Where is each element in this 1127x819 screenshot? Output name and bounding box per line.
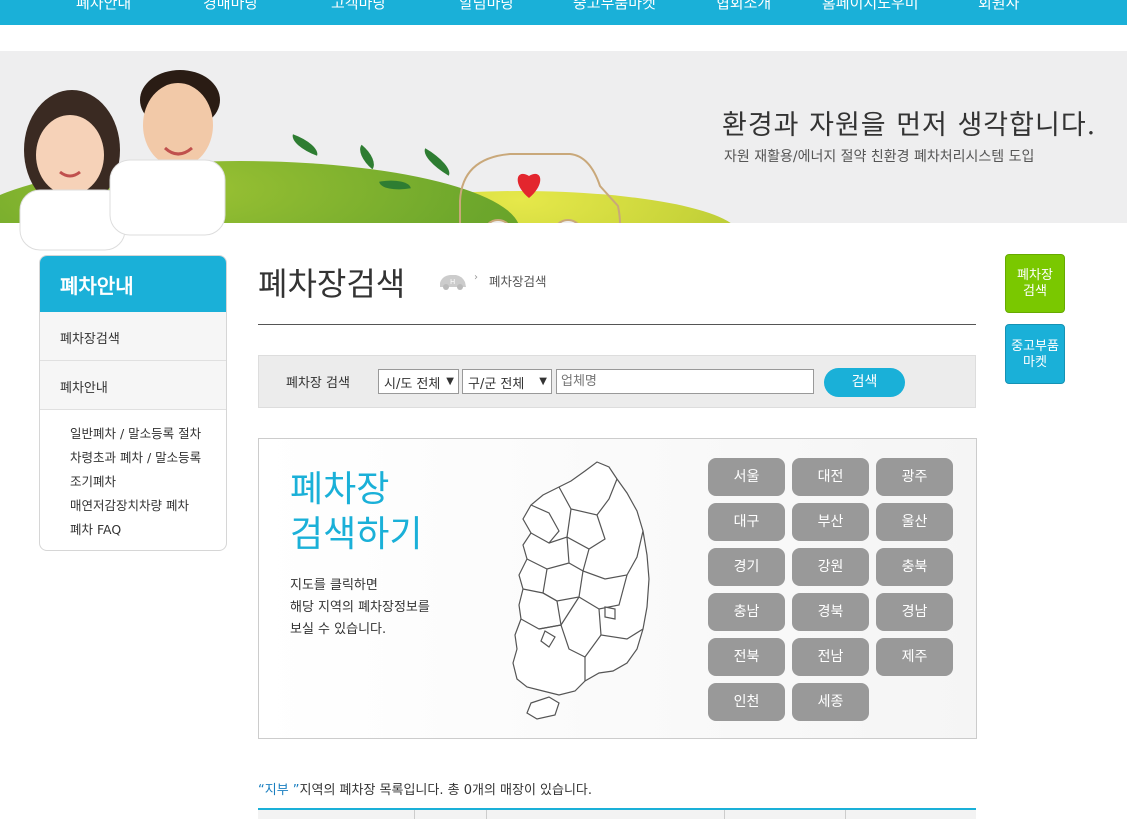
nav-item-customer[interactable]: 고객마당 — [331, 0, 386, 13]
result-table-header — [258, 808, 976, 819]
gugun-select[interactable]: 구/군 전체 ▼ — [462, 369, 552, 394]
region-button-busan[interactable]: 부산 — [792, 503, 869, 541]
search-label: 폐차장 검색 — [286, 376, 350, 391]
breadcrumb-current: 폐차장검색 — [489, 274, 547, 289]
quick-btn2-line1: 중고부품 — [1011, 339, 1059, 354]
table-column-divider — [486, 810, 487, 819]
table-column-divider — [724, 810, 725, 819]
region-button-gyeongbuk[interactable]: 경북 — [792, 593, 869, 631]
map-desc-line2: 해당 지역의 폐차장정보를 — [290, 600, 430, 615]
korea-outline — [512, 461, 650, 696]
nav-item-about[interactable]: 협회소개 — [716, 0, 771, 13]
car-sketch-icon — [459, 153, 621, 223]
sido-select-value: 시/도 전체 — [384, 377, 441, 392]
map-panel-title-line1: 폐차장 — [290, 469, 390, 510]
region-button-chungnam[interactable]: 충남 — [708, 593, 785, 631]
region-button-gwangju[interactable]: 광주 — [876, 458, 953, 496]
table-column-divider — [414, 810, 415, 819]
region-button-incheon[interactable]: 인천 — [708, 683, 785, 721]
map-panel-title-line2: 검색하기 — [290, 514, 423, 555]
list-region: “지부 ” — [258, 783, 300, 798]
sidebar-subitem-general[interactable]: 일반폐차 / 말소등록 절차 — [70, 422, 226, 446]
quick-scrapyard-search-button[interactable]: 폐차장 검색 — [1005, 254, 1065, 313]
company-name-input[interactable] — [556, 369, 814, 394]
region-button-gyeongnam[interactable]: 경남 — [876, 593, 953, 631]
sidebar-subitem-early[interactable]: 조기폐차 — [70, 470, 226, 494]
sidebar-subitem-faq[interactable]: 폐차 FAQ — [70, 518, 226, 542]
quick-btn2-line2: 마켓 — [1023, 355, 1047, 370]
region-button-sejong[interactable]: 세종 — [792, 683, 869, 721]
region-button-gyeonggi[interactable]: 경기 — [708, 548, 785, 586]
sidebar-subitem-dpf[interactable]: 매연저감장치차량 폐차 — [70, 494, 226, 518]
map-desc-line1: 지도를 클릭하면 — [290, 578, 378, 593]
region-button-jeonbuk[interactable]: 전북 — [708, 638, 785, 676]
side-menu-title: 폐차안내 — [40, 256, 226, 312]
title-divider — [258, 324, 976, 325]
search-bar: 폐차장 검색 시/도 전체 ▼ 구/군 전체 ▼ 검색 — [258, 355, 976, 408]
page-title: 폐차장검색 — [258, 265, 406, 303]
search-button[interactable]: 검색 — [824, 368, 905, 397]
home-car-icon[interactable]: H — [438, 272, 468, 292]
map-panel-title: 폐차장 검색하기 — [290, 467, 422, 557]
side-menu: 폐차안내 폐차장검색 폐차안내 일반폐차 / 말소등록 절차 차령초과 폐차 /… — [39, 255, 227, 551]
gugun-select-value: 구/군 전체 — [468, 377, 525, 392]
jeju-shape — [526, 696, 560, 720]
korea-map[interactable] — [509, 459, 669, 729]
top-nav: 폐차안내 경매마당 고객마당 알림마당 중고부품마켓 협회소개 홈페이지도우미 … — [0, 0, 1127, 25]
nav-item-notice[interactable]: 알림마당 — [459, 0, 514, 13]
sidebar-submenu: 일반폐차 / 말소등록 절차 차령초과 폐차 / 말소등록 조기폐차 매연저감장… — [40, 410, 226, 542]
region-button-daejeon[interactable]: 대전 — [792, 458, 869, 496]
quick-parts-market-button[interactable]: 중고부품 마켓 — [1005, 324, 1065, 384]
breadcrumb-separator-icon: › — [474, 272, 478, 283]
nav-item-scrap-guide[interactable]: 폐차안내 — [76, 0, 131, 13]
sidebar-subitem-overage[interactable]: 차령초과 폐차 / 말소등록 — [70, 446, 226, 470]
region-button-chungbuk[interactable]: 충북 — [876, 548, 953, 586]
nav-item-helper[interactable]: 홈페이지도우미 — [822, 0, 919, 13]
region-button-jeju[interactable]: 제주 — [876, 638, 953, 676]
table-column-divider — [845, 810, 846, 819]
kids-illustration — [19, 70, 226, 251]
banner-tagline: 환경과 자원을 먼저 생각합니다. — [722, 110, 1097, 141]
leaf-icon — [353, 144, 381, 170]
sido-select[interactable]: 시/도 전체 ▼ — [378, 369, 459, 394]
region-button-gangwon[interactable]: 강원 — [792, 548, 869, 586]
quick-btn1-line1: 폐차장 — [1017, 268, 1053, 283]
map-desc-line3: 보실 수 있습니다. — [290, 622, 387, 637]
svg-text:H: H — [450, 278, 455, 286]
chevron-down-icon: ▼ — [446, 376, 454, 387]
leaf-icon — [288, 134, 322, 156]
region-button-seoul[interactable]: 서울 — [708, 458, 785, 496]
list-summary: “지부 ”지역의 폐차장 목록입니다. 총 0개의 매장이 있습니다. — [258, 779, 592, 798]
quick-btn1-line2: 검색 — [1023, 284, 1047, 299]
list-summary-text: 지역의 폐차장 목록입니다. 총 0개의 매장이 있습니다. — [299, 783, 593, 798]
sidebar-item-scrap-guide[interactable]: 폐차안내 — [40, 361, 226, 410]
map-search-panel: 폐차장 검색하기 지도를 클릭하면 해당 지역의 폐차장정보를 보실 수 있습니… — [258, 438, 977, 739]
nav-item-parts-market[interactable]: 중고부품마켓 — [573, 0, 656, 13]
banner-subline: 자원 재활용/에너지 절약 친환경 폐차처리시스템 도입 — [724, 149, 1035, 165]
region-button-jeonnam[interactable]: 전남 — [792, 638, 869, 676]
map-panel-description: 지도를 클릭하면 해당 지역의 폐차장정보를 보실 수 있습니다. — [290, 575, 430, 641]
sidebar-item-scrapyard-search[interactable]: 폐차장검색 — [40, 312, 226, 361]
region-button-ulsan[interactable]: 울산 — [876, 503, 953, 541]
region-button-daegu[interactable]: 대구 — [708, 503, 785, 541]
chevron-down-icon: ▼ — [539, 376, 547, 387]
nav-item-members[interactable]: 회원사 — [978, 0, 1019, 13]
nav-item-auction[interactable]: 경매마당 — [203, 0, 258, 13]
